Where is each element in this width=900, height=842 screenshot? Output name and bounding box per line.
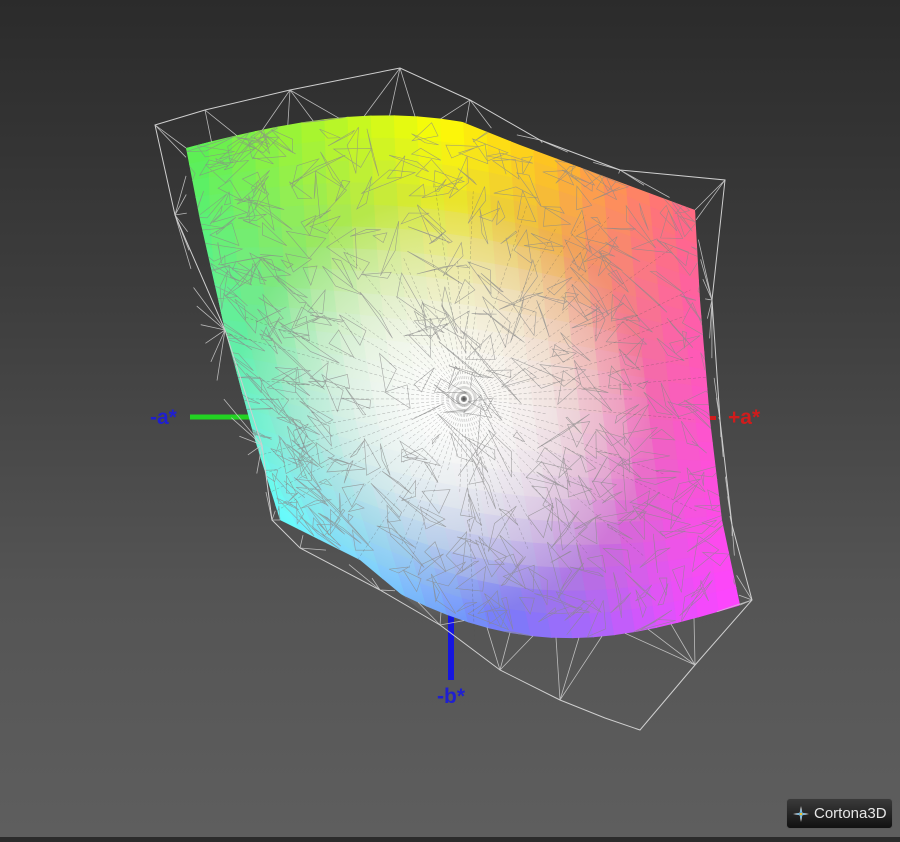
gamut-facet (202, 333, 232, 357)
cortona3d-logo-button[interactable]: Cortona3D (786, 798, 893, 829)
cortona3d-brand-label: Cortona3D (814, 805, 887, 822)
neg-a-axis-label: -a* (150, 406, 177, 429)
3d-viewport[interactable]: -a* +a* -b* Cortona3D (0, 0, 900, 837)
color-gamut-solid (186, 97, 740, 716)
cortona-star-icon (793, 805, 809, 822)
neg-b-axis-label: -b* (437, 685, 465, 708)
gamut-scene[interactable] (0, 0, 900, 837)
pos-a-axis-label: +a* (728, 406, 761, 429)
